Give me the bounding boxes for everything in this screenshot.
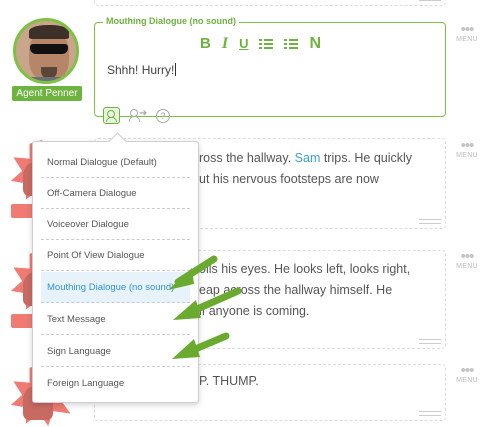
script-block-above [94, 0, 446, 6]
normal-text-button[interactable]: N [309, 36, 321, 52]
dropdown-item-mouthing-dialogue[interactable]: Mouthing Dialogue (no sound) [41, 272, 190, 303]
resize-handle[interactable] [419, 0, 441, 1]
menu-button-2[interactable]: ••• MENU [454, 137, 480, 159]
dialogue-type-controls: ➜ ? [103, 107, 170, 124]
menu-label: MENU [456, 263, 478, 270]
menu-button-4[interactable]: ••• MENU [454, 362, 480, 384]
more-dots-icon: ••• [460, 137, 475, 154]
change-character-icon[interactable]: ➜ [129, 108, 147, 124]
dropdown-item-voiceover-dialogue[interactable]: Voiceover Dialogue [41, 209, 190, 240]
avatar-hair [29, 25, 69, 39]
dropdown-item-point-of-view-dialogue[interactable]: Point Of View Dialogue [41, 240, 190, 271]
more-dots-icon: ••• [460, 248, 475, 265]
bold-button[interactable]: B [200, 36, 211, 52]
action-line: olls his eyes. He looks left, looks righ… [199, 262, 411, 276]
dropdown-item-normal-dialogue[interactable]: Normal Dialogue (Default) [41, 147, 190, 178]
italic-button[interactable]: I [222, 36, 228, 52]
bullet-list-icon[interactable] [259, 38, 274, 50]
formatting-toolbar: B I U N [200, 36, 321, 52]
avatar-shirt [16, 77, 76, 81]
dialogue-text: Shhh! Hurry! [107, 63, 175, 77]
menu-button-1[interactable]: ••• MENU [454, 21, 480, 43]
underline-button[interactable]: U [239, 36, 248, 52]
dialogue-type-dropdown[interactable]: Normal Dialogue (Default) Off-Camera Dia… [32, 141, 199, 403]
resize-handle[interactable] [419, 411, 441, 416]
menu-button-3[interactable]: ••• MENU [454, 248, 480, 270]
action-line: P. THUMP. [199, 374, 259, 388]
action-line: ut his nervous footsteps are now [199, 172, 379, 186]
action-line: if anyone is coming. [199, 304, 310, 318]
dialogue-text-input[interactable]: Shhh! Hurry! [107, 63, 177, 77]
help-icon[interactable]: ? [156, 108, 170, 123]
dropdown-item-text-message[interactable]: Text Message [41, 304, 190, 335]
more-dots-icon: ••• [460, 21, 475, 38]
menu-label: MENU [456, 152, 478, 159]
resize-handle[interactable] [419, 339, 441, 344]
character-link[interactable]: Sam [295, 151, 321, 165]
menu-label: MENU [456, 377, 478, 384]
more-dots-icon: ••• [460, 362, 475, 379]
action-line: eap across the hallway himself. He [199, 283, 393, 297]
character-name-label[interactable]: Agent Penner [12, 86, 82, 101]
dialogue-editor[interactable]: Mouthing Dialogue (no sound) B I U N Shh… [94, 16, 446, 117]
dropdown-item-foreign-language[interactable]: Foreign Language [41, 368, 190, 399]
dropdown-item-off-camera-dialogue[interactable]: Off-Camera Dialogue [41, 178, 190, 209]
menu-label: MENU [456, 36, 478, 43]
avatar[interactable] [13, 18, 79, 84]
resize-handle[interactable] [419, 219, 441, 224]
text-caret [175, 63, 177, 76]
action-line: ross the hallway. Sam trips. He quickly [199, 151, 413, 165]
avatar-sunglasses [30, 44, 68, 54]
numbered-list-icon[interactable] [284, 38, 299, 50]
character-avatar-group[interactable]: Agent Penner [10, 18, 84, 102]
dialogue-type-title: Mouthing Dialogue (no sound) [103, 16, 239, 26]
dialogue-type-icon[interactable] [103, 107, 120, 124]
dropdown-item-sign-language[interactable]: Sign Language [41, 336, 190, 367]
